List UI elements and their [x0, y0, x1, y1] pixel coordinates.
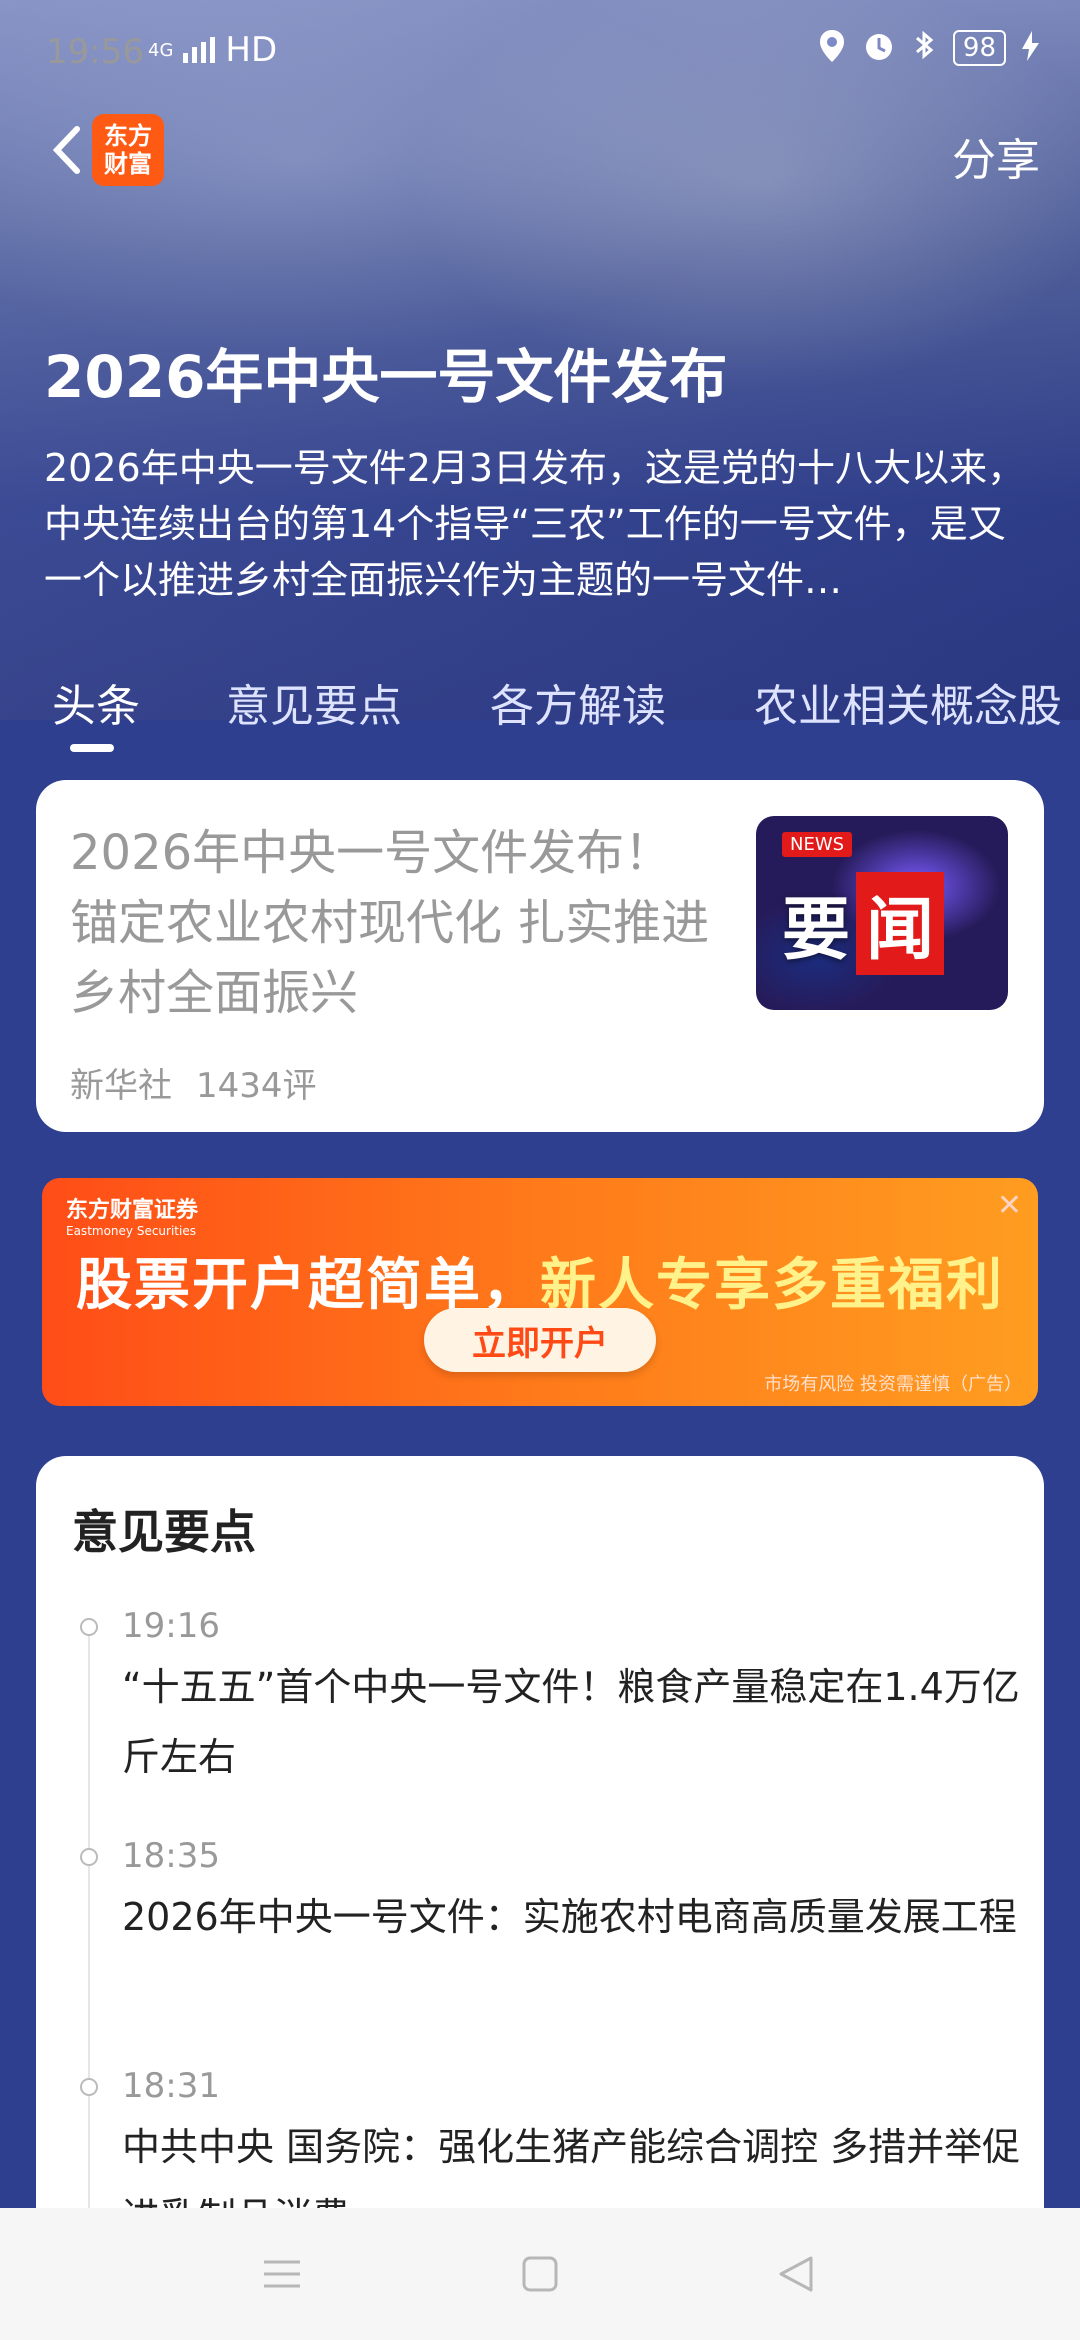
thumb-char-2: 闻: [856, 872, 945, 975]
location-icon: [819, 29, 845, 67]
item-time: 18:35: [122, 1836, 220, 1876]
back-nav-button[interactable]: [736, 2208, 856, 2340]
timeline-dot: [80, 1618, 98, 1636]
headline-news-card[interactable]: 2026年中央一号文件发布！锚定农业农村现代化 扎实推进乡村全面振兴 新华社 1…: [36, 780, 1044, 1132]
alarm-icon: [861, 28, 897, 68]
status-bar: 19:56 4G HD 98: [0, 0, 1080, 100]
network-type: 4G: [148, 39, 174, 61]
hd-label: HD: [225, 30, 278, 70]
open-account-button[interactable]: 立即开户: [424, 1308, 656, 1372]
app-logo: 东方 财富: [92, 114, 164, 186]
tab-agri-stocks[interactable]: 农业相关概念股: [754, 670, 1062, 734]
item-text: “十五五”首个中央一号文件！粮食产量稳定在1.4万亿斤左右: [122, 1665, 1020, 1779]
home-icon: [522, 2256, 558, 2292]
ad-banner[interactable]: 东方财富证券 Eastmoney Securities ✕ 股票开户超简单，新人…: [42, 1178, 1038, 1406]
active-tab-indicator: [70, 744, 114, 752]
close-icon[interactable]: ✕: [997, 1188, 1022, 1223]
home-button[interactable]: [480, 2208, 600, 2340]
news-thumbnail: NEWS 要 闻: [756, 816, 1008, 1010]
timeline-dot: [80, 2078, 98, 2096]
signal-icon: [183, 37, 216, 63]
thumb-char-1: 要: [782, 891, 851, 970]
item-text: 2026年中央一号文件：实施农村电商高质量发展工程: [122, 1895, 1017, 1939]
thumb-text: 要 闻: [782, 872, 945, 975]
tab-bar: 头条 意见要点 各方解读 农业相关概念股: [0, 660, 1080, 740]
news-title: 2026年中央一号文件发布！锚定农业农村现代化 扎实推进乡村全面振兴: [70, 825, 710, 1021]
charging-icon: [1022, 31, 1040, 65]
ad-brand-cn: 东方财富证券: [66, 1198, 199, 1223]
item-time: 19:16: [122, 1606, 220, 1646]
tab-headlines[interactable]: 头条: [52, 670, 140, 734]
battery-indicator: 98: [952, 30, 1006, 66]
ad-disclaimer: 市场有风险 投资需谨慎（广告）: [764, 1374, 1022, 1395]
back-button[interactable]: [36, 120, 96, 180]
news-meta: 新华社 1434评: [70, 1058, 317, 1107]
tab-key-points[interactable]: 意见要点: [226, 670, 402, 734]
back-triangle-icon: [779, 2256, 813, 2292]
chevron-left-icon: [52, 126, 80, 174]
ad-brand: 东方财富证券 Eastmoney Securities: [66, 1192, 198, 1238]
news-source: 新华社: [70, 1066, 172, 1106]
bluetooth-icon: [913, 28, 937, 68]
item-time: 18:31: [122, 2066, 220, 2106]
share-button[interactable]: 分享: [952, 124, 1040, 188]
ad-brand-en: Eastmoney Securities: [66, 1224, 196, 1238]
summary-text: 2026年中央一号文件2月3日发布，这是党的十八大以来，中央连续出台的第14个指…: [44, 446, 1026, 602]
news-badge: NEWS: [782, 832, 853, 857]
timeline-dot: [80, 1848, 98, 1866]
menu-button[interactable]: [222, 2208, 342, 2340]
page-title: 2026年中央一号文件发布: [44, 343, 728, 411]
menu-icon: [264, 2260, 300, 2288]
page: 19:56 4G HD 98 东方 财富 分享 2026年中央一号文件发布 20…: [0, 0, 1080, 2340]
network-indicator: 4G HD: [148, 30, 277, 70]
top-navigation: 东方 财富 分享: [0, 100, 1080, 210]
status-icons: 98: [819, 28, 1040, 68]
section-title: 意见要点: [72, 1505, 256, 1559]
status-time: 19:56: [46, 32, 144, 72]
system-nav-bar: [0, 2208, 1080, 2340]
news-comments: 1434评: [196, 1066, 317, 1106]
tab-interpretations[interactable]: 各方解读: [490, 670, 666, 734]
